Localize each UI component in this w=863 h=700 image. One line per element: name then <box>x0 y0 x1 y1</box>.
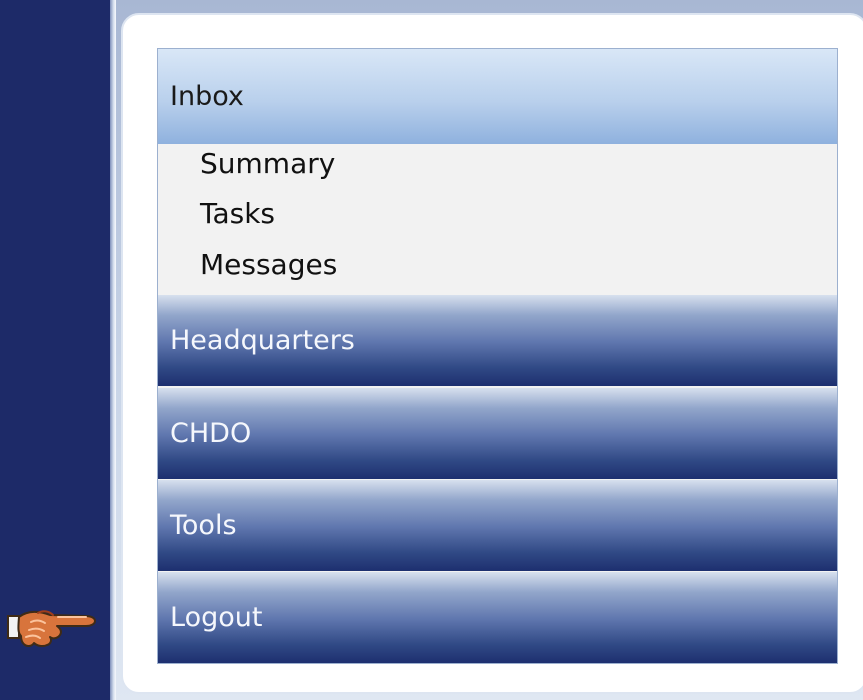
left-navigation-strip <box>0 0 114 700</box>
pointing-hand-icon <box>7 610 96 648</box>
submenu-item-messages[interactable]: Messages <box>200 251 337 279</box>
menu-header-chdo[interactable]: CHDO <box>158 388 837 479</box>
inbox-submenu: Summary Tasks Messages <box>158 144 837 295</box>
submenu-item-tasks[interactable]: Tasks <box>200 200 275 228</box>
side-menu: Inbox Summary Tasks Messages Headquarter… <box>157 48 838 664</box>
menu-header-headquarters[interactable]: Headquarters <box>158 295 837 386</box>
menu-header-tools[interactable]: Tools <box>158 480 837 571</box>
menu-header-inbox[interactable]: Inbox <box>158 49 837 144</box>
submenu-item-summary[interactable]: Summary <box>200 150 335 178</box>
menu-header-logout[interactable]: Logout <box>158 572 837 663</box>
